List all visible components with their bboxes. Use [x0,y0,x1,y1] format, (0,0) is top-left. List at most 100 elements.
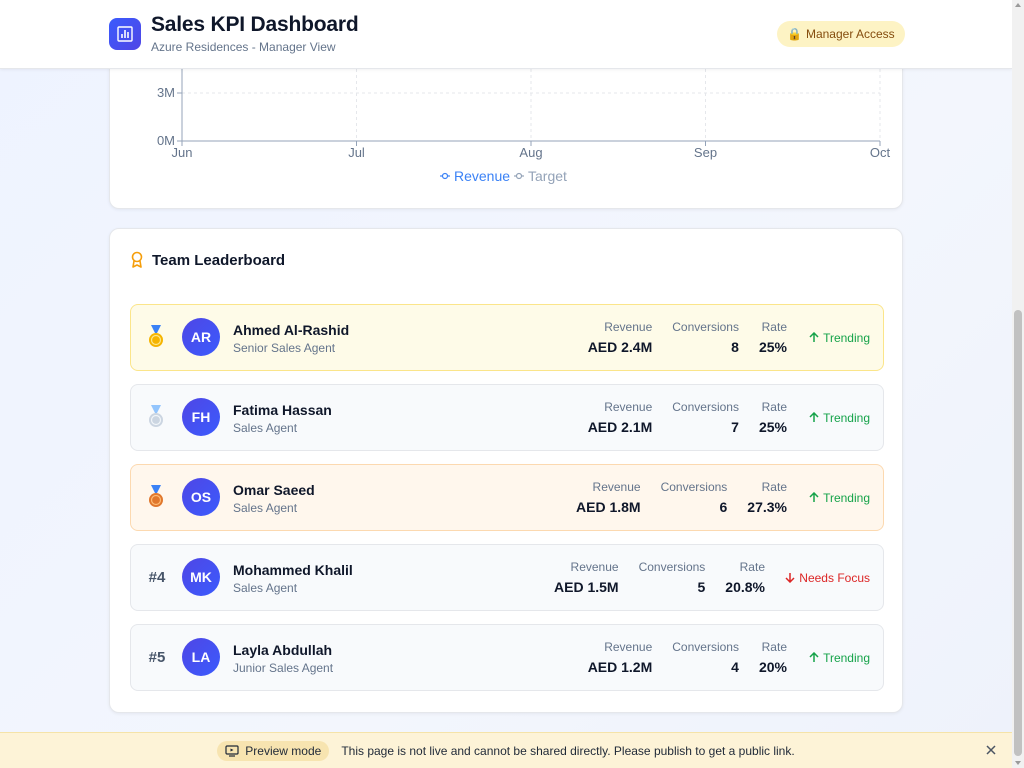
arrow-down-icon [785,573,795,583]
leaderboard-row[interactable]: #5 LA Layla Abdullah Junior Sales Agent … [130,624,884,691]
agent-name: Ahmed Al-Rashid [233,322,350,338]
arrow-up-icon [809,332,819,342]
stat-label: Revenue [570,560,619,574]
stat-label: Conversions [660,480,728,494]
stat-label: Revenue [604,320,653,334]
leaderboard-row[interactable]: OS Omar Saeed Sales Agent Revenue AED 1.… [130,464,884,531]
scroll-up-arrow-icon[interactable] [1015,3,1021,7]
trend-badge: Trending [809,305,870,370]
preview-mode-pill: Preview mode [217,740,330,761]
legend-marker-icon [441,172,449,180]
agent-role: Sales Agent [233,501,298,515]
agent-role: Sales Agent [233,421,298,435]
stat-label: Conversions [638,560,706,574]
access-badge-label: Manager Access [805,27,895,41]
avatar: AR [182,318,220,356]
arrow-up-icon [809,412,819,422]
stat-value: 6 [719,499,728,515]
stat-label: Conversions [672,640,739,654]
x-tick-label: Aug [519,145,542,160]
preview-mode-banner: Preview mode This page is not live and c… [0,732,1012,768]
page-scrollbar[interactable] [1012,0,1024,768]
silver-medal-icon [149,405,163,427]
x-tick-label: Sep [694,145,717,160]
rate-stat: Rate 20.8% [725,560,765,597]
leaderboard-row[interactable]: #4 MK Mohammed Khalil Sales Agent Revenu… [130,544,884,611]
trend-badge: Trending [809,625,870,690]
x-tick-label: Oct [870,145,891,160]
manager-access-badge: 🔒 Manager Access [777,21,905,47]
monitor-icon [225,744,239,757]
rate-stat: Rate 25% [759,320,787,357]
app-header: Sales KPI Dashboard Azure Residences - M… [0,0,1012,69]
stat-label: Rate [761,480,787,494]
award-icon [131,251,143,268]
rate-stat: Rate 20% [759,640,787,677]
rank-number: #5 [148,649,166,666]
revenue-stat: Revenue AED 1.5M [554,560,619,597]
stat-label: Revenue [604,400,653,414]
arrow-up-icon [809,492,819,502]
rate-stat: Rate 27.3% [747,480,787,517]
stat-value: 25% [758,419,787,435]
gold-medal-icon [149,325,163,347]
agent-role: Senior Sales Agent [233,341,336,355]
stat-value: AED 1.2M [587,659,653,675]
agent-stats: Revenue AED 2.1M Conversions 7 Rate 25% [588,400,787,437]
stat-label: Rate [739,560,765,574]
bar-chart-logo-icon [109,18,141,50]
stat-value: 5 [697,579,706,595]
agent-stats: Revenue AED 2.4M Conversions 8 Rate 25% [588,320,787,357]
stat-label: Conversions [672,400,739,414]
trend-label: Needs Focus [799,570,870,585]
stat-value: 20% [758,659,787,675]
bronze-medal-icon [149,485,163,507]
avatar: OS [182,478,220,516]
trend-badge: Trending [809,465,870,530]
preview-mode-label: Preview mode [245,743,322,758]
stat-label: Rate [761,640,787,654]
stat-value: AED 1.5M [554,579,619,595]
stat-value: 25% [758,339,787,355]
leaderboard-title: Team Leaderboard [152,251,286,269]
stat-value: 7 [731,419,739,435]
stat-value: AED 1.8M [576,499,641,515]
leaderboard-row[interactable]: FH Fatima Hassan Sales Agent Revenue AED… [130,384,884,451]
lock-icon: 🔒 [787,27,802,41]
trend-label: Trending [823,410,870,425]
legend-label: Target [528,168,567,184]
leaderboard-row[interactable]: AR Ahmed Al-Rashid Senior Sales Agent Re… [130,304,884,371]
conversions-stat: Conversions 4 [672,640,739,677]
agent-name: Layla Abdullah [233,642,333,658]
agent-stats: Revenue AED 1.5M Conversions 5 Rate 20.8… [554,560,765,597]
stat-value: 8 [731,339,739,355]
leaderboard-header: Team Leaderboard [130,251,285,269]
stat-label: Conversions [672,320,739,334]
revenue-stat: Revenue AED 1.2M [588,640,653,677]
stat-value: 4 [731,659,739,675]
conversions-stat: Conversions 8 [672,320,739,357]
page-title: Sales KPI Dashboard [151,13,359,36]
revenue-stat: Revenue AED 1.8M [576,480,641,517]
avatar: MK [182,558,220,596]
scrollbar-thumb[interactable] [1014,310,1022,756]
avatar: LA [182,638,220,676]
agent-stats: Revenue AED 1.2M Conversions 4 Rate 20% [588,640,787,677]
x-tick-label: Jun [172,145,193,160]
stat-label: Rate [761,320,787,334]
conversions-stat: Conversions 5 [639,560,706,597]
agent-name: Mohammed Khalil [233,562,353,578]
stat-value: 27.3% [747,499,787,515]
close-icon[interactable] [984,743,998,757]
stat-value: AED 2.1M [587,419,653,435]
stat-label: Rate [761,400,787,414]
stat-label: Revenue [604,640,653,654]
legend-marker-icon [515,172,523,180]
revenue-stat: Revenue AED 2.1M [588,400,653,437]
scroll-down-arrow-icon[interactable] [1015,761,1021,765]
agent-stats: Revenue AED 1.8M Conversions 6 Rate 27.3… [576,480,787,517]
rate-stat: Rate 25% [759,400,787,437]
conversions-stat: Conversions 6 [661,480,728,517]
trend-badge: Needs Focus [785,545,870,610]
revenue-stat: Revenue AED 2.4M [588,320,653,357]
